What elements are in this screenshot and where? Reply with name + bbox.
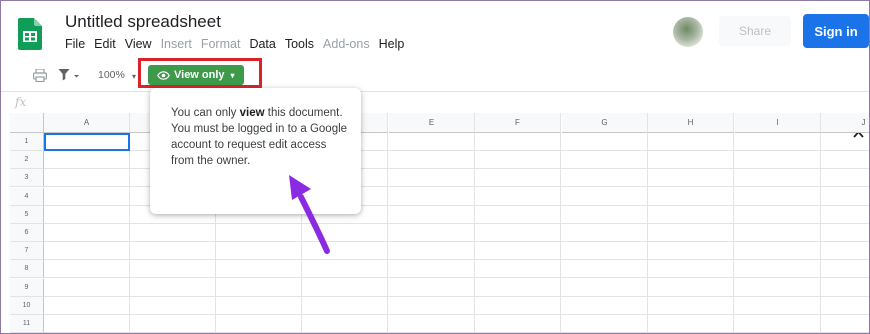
- tooltip-message: You can only view this document. You mus…: [171, 107, 348, 167]
- menu-help[interactable]: Help: [379, 37, 405, 51]
- view-only-button[interactable]: View only ▾: [148, 65, 244, 85]
- column-header-e[interactable]: E: [389, 113, 475, 133]
- row-header-2[interactable]: 2: [10, 151, 44, 170]
- column-gridline: [474, 133, 475, 333]
- zoom-select[interactable]: 100%: [98, 69, 125, 81]
- row-gridline: [44, 332, 869, 333]
- sheets-icon[interactable]: [18, 18, 42, 50]
- row-header-10[interactable]: 10: [10, 296, 44, 315]
- selected-cell-a1[interactable]: [44, 133, 130, 151]
- row-header-9[interactable]: 9: [10, 278, 44, 297]
- column-gridline: [387, 133, 388, 333]
- row-header-1[interactable]: 1: [10, 133, 44, 151]
- row-gridline: [44, 277, 869, 279]
- menu-bar: File Edit View Insert Format Data Tools …: [65, 37, 404, 51]
- fx-icon: fx: [15, 95, 27, 109]
- formula-bar[interactable]: fx: [1, 91, 869, 114]
- annotation-arrow: [289, 175, 330, 254]
- row-header-7[interactable]: 7: [10, 242, 44, 261]
- chevron-down-icon: ▾: [230, 70, 235, 80]
- row-header-5[interactable]: 5: [10, 205, 44, 224]
- share-button[interactable]: Share: [719, 16, 791, 46]
- avatar[interactable]: [673, 17, 703, 47]
- eye-icon: [157, 70, 170, 80]
- column-gridline: [647, 133, 648, 333]
- column-header-i[interactable]: I: [735, 113, 821, 133]
- spreadsheet-grid[interactable]: ABCDEFGHIJ 1234567891011: [10, 113, 869, 333]
- chevron-down-icon[interactable]: ▾: [132, 72, 136, 81]
- column-header-g[interactable]: G: [562, 113, 648, 133]
- row-header-4[interactable]: 4: [10, 187, 44, 206]
- print-icon[interactable]: [33, 69, 47, 82]
- menu-tools[interactable]: Tools: [285, 37, 314, 51]
- row-header-11[interactable]: 11: [10, 315, 44, 333]
- app-window: Untitled spreadsheet File Edit View Inse…: [0, 0, 870, 334]
- row-gridline: [44, 222, 869, 224]
- column-header-a[interactable]: A: [44, 113, 130, 133]
- view-only-label: View only: [174, 69, 225, 81]
- menu-insert: Insert: [160, 37, 192, 51]
- row-gridline: [44, 295, 869, 297]
- menu-view[interactable]: View: [125, 37, 152, 51]
- menu-data[interactable]: Data: [249, 37, 275, 51]
- filter-icon[interactable]: [58, 68, 80, 81]
- row-header-3[interactable]: 3: [10, 169, 44, 188]
- menu-edit[interactable]: Edit: [94, 37, 116, 51]
- menu-format: Format: [200, 37, 241, 51]
- row-header-6[interactable]: 6: [10, 224, 44, 242]
- column-gridline: [560, 133, 561, 333]
- row-gridline: [44, 313, 869, 315]
- sign-in-button[interactable]: Sign in: [803, 14, 869, 48]
- column-header-f[interactable]: F: [475, 113, 561, 133]
- column-header-j[interactable]: J: [821, 113, 869, 133]
- column-gridline: [129, 133, 130, 333]
- toolbar: 100% ▾: [1, 61, 869, 138]
- row-header-8[interactable]: 8: [10, 260, 44, 279]
- row-gridline: [44, 241, 869, 242]
- document-title[interactable]: Untitled spreadsheet: [65, 12, 221, 32]
- column-gridline: [820, 133, 821, 333]
- menu-file[interactable]: File: [65, 37, 85, 51]
- row-gridline: [44, 259, 869, 261]
- column-gridline: [733, 133, 734, 333]
- column-header-h[interactable]: H: [648, 113, 734, 133]
- menu-add-ons: Add-ons: [323, 37, 370, 51]
- select-all-corner[interactable]: [10, 113, 44, 133]
